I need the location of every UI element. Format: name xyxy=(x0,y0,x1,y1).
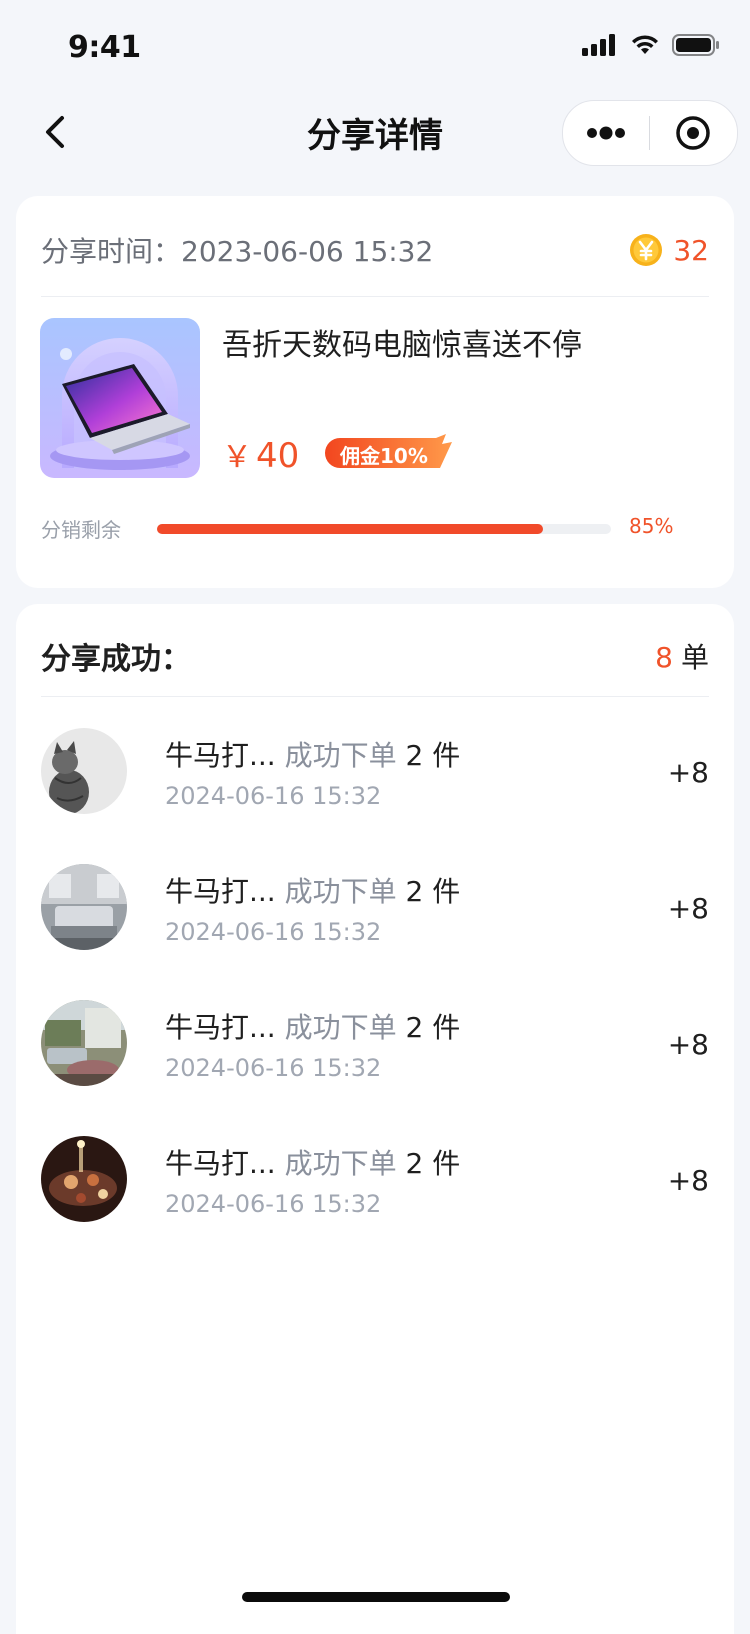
order-reward: +8 xyxy=(667,1164,709,1197)
share-success-card: 分享成功： 8单 牛马打... 成功下单 2 件 2024-06-16 15:3… xyxy=(16,604,734,1634)
coin-value: 32 xyxy=(673,233,709,267)
order-description: 牛马打... 成功下单 2 件 xyxy=(165,734,460,774)
list-item[interactable]: 牛马打... 成功下单 2 件 2024-06-16 15:32 +8 xyxy=(41,1000,709,1136)
buyer-name: 牛马打... xyxy=(165,875,276,908)
distribution-remaining: 分销剩余 85% xyxy=(41,512,701,542)
avatar xyxy=(41,728,127,814)
share-time: 分享时间：2023-06-06 15:32 xyxy=(41,235,434,268)
order-time: 2024-06-16 15:32 xyxy=(165,782,382,810)
more-dots-icon xyxy=(587,126,625,140)
order-time: 2024-06-16 15:32 xyxy=(165,1190,382,1218)
battery-icon xyxy=(672,34,719,56)
order-reward: +8 xyxy=(667,756,709,789)
yen-coin-icon xyxy=(630,234,663,266)
order-quantity: 2 件 xyxy=(405,1011,461,1044)
status-bar: 9:41 xyxy=(0,0,750,96)
order-action: 成功下单 xyxy=(284,875,397,908)
success-count: 8单 xyxy=(655,636,709,676)
currency-symbol: ￥ xyxy=(222,440,252,475)
close-mini-program-button[interactable] xyxy=(650,101,736,165)
buyer-name: 牛马打... xyxy=(165,1011,276,1044)
wifi-icon xyxy=(632,35,658,54)
order-description: 牛马打... 成功下单 2 件 xyxy=(165,870,460,910)
list-item[interactable]: 牛马打... 成功下单 2 件 2024-06-16 15:32 +8 xyxy=(41,728,709,864)
order-action: 成功下单 xyxy=(284,1147,397,1180)
order-action: 成功下单 xyxy=(284,1011,397,1044)
order-reward: +8 xyxy=(667,1028,709,1061)
product-title[interactable]: 吾折天数码电脑惊喜送不停 xyxy=(222,320,582,364)
success-title: 分享成功： xyxy=(41,642,191,677)
success-count-number: 8 xyxy=(655,641,673,674)
order-quantity: 2 件 xyxy=(405,1147,461,1180)
target-close-icon xyxy=(676,116,710,150)
more-button[interactable] xyxy=(563,101,649,165)
order-reward: +8 xyxy=(667,892,709,925)
success-count-unit: 单 xyxy=(680,641,709,674)
list-item[interactable]: 牛马打... 成功下单 2 件 2024-06-16 15:32 +8 xyxy=(41,1136,709,1272)
order-action: 成功下单 xyxy=(284,739,397,772)
order-quantity: 2 件 xyxy=(405,739,461,772)
share-info-card: 分享时间：2023-06-06 15:32 32 吾折天数码电脑惊喜送不停 ￥ … xyxy=(16,196,734,588)
remaining-progress-fill xyxy=(157,524,543,534)
buyer-name: 牛马打... xyxy=(165,1147,276,1180)
list-item[interactable]: 牛马打... 成功下单 2 件 2024-06-16 15:32 +8 xyxy=(41,864,709,1000)
remaining-percent: 85% xyxy=(629,514,674,538)
divider xyxy=(41,296,709,297)
status-icons xyxy=(582,34,720,56)
mini-program-capsule xyxy=(562,100,738,166)
home-indicator[interactable] xyxy=(242,1592,510,1602)
divider xyxy=(41,696,709,697)
price-value: 40 xyxy=(256,436,300,476)
order-description: 牛马打... 成功下单 2 件 xyxy=(165,1142,460,1182)
avatar xyxy=(41,1000,127,1086)
commission-text: 佣金10% xyxy=(340,444,428,468)
avatar xyxy=(41,864,127,950)
order-quantity: 2 件 xyxy=(405,875,461,908)
remaining-progress-bar xyxy=(157,524,611,534)
remaining-label: 分销剩余 xyxy=(41,518,121,542)
order-time: 2024-06-16 15:32 xyxy=(165,1054,382,1082)
nav-bar: 分享详情 xyxy=(0,96,750,168)
product-price: ￥ 40 xyxy=(222,432,299,476)
status-time: 9:41 xyxy=(68,30,141,65)
order-list: 牛马打... 成功下单 2 件 2024-06-16 15:32 +8 牛马打.… xyxy=(41,728,709,1272)
order-time: 2024-06-16 15:32 xyxy=(165,918,382,946)
success-header: 分享成功： 8单 xyxy=(41,634,709,678)
avatar xyxy=(41,1136,127,1222)
order-description: 牛马打... 成功下单 2 件 xyxy=(165,1006,460,1046)
cellular-signal-icon xyxy=(582,34,615,56)
share-time-row: 分享时间：2023-06-06 15:32 32 xyxy=(41,228,709,272)
buyer-name: 牛马打... xyxy=(165,739,276,772)
coin-reward: 32 xyxy=(629,233,709,267)
product-image[interactable] xyxy=(40,318,200,478)
commission-badge: 佣金10% xyxy=(324,434,454,472)
